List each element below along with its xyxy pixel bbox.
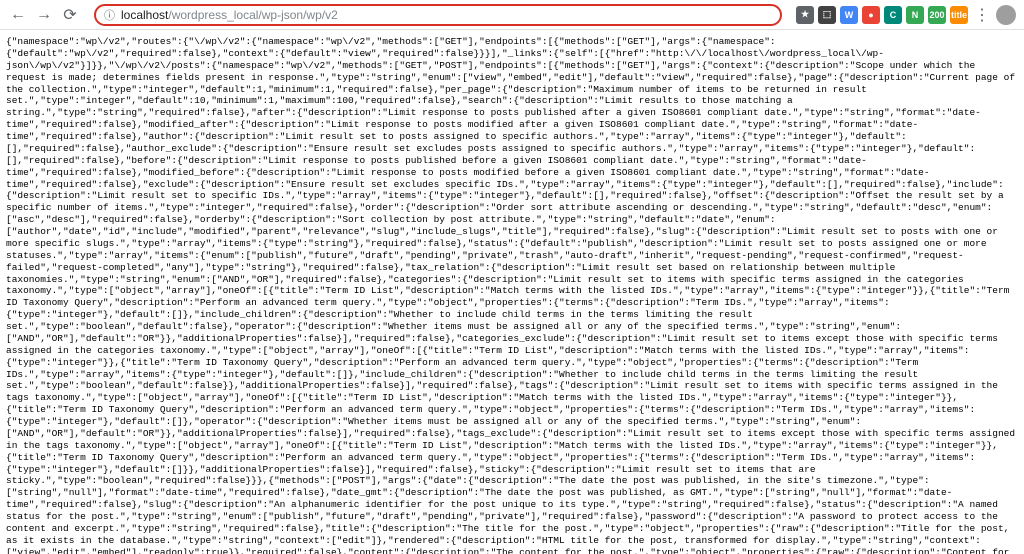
extension-icon[interactable]: title: [950, 6, 968, 24]
address-bar[interactable]: ⓘ localhost/wordpress_local/wp-json/wp/v…: [94, 4, 782, 26]
extension-icon[interactable]: W: [840, 6, 858, 24]
reload-button[interactable]: ⟳: [60, 5, 80, 25]
extension-icon[interactable]: ●: [862, 6, 880, 24]
json-response-body: {"namespace":"wp\/v2","routes":{"\/wp\/v…: [0, 30, 1024, 554]
site-info-icon[interactable]: ⓘ: [104, 7, 115, 23]
extension-badge[interactable]: 200: [928, 6, 946, 24]
back-button[interactable]: ←: [8, 5, 28, 25]
extension-icon[interactable]: ⬚: [818, 6, 836, 24]
extension-icons: ★ ⬚ W ● C N 200 title ⋮: [796, 5, 1016, 25]
forward-button[interactable]: →: [34, 5, 54, 25]
extension-icon[interactable]: N: [906, 6, 924, 24]
extension-icon[interactable]: C: [884, 6, 902, 24]
url-text: localhost/wordpress_local/wp-json/wp/v2: [121, 8, 772, 22]
profile-avatar[interactable]: [996, 5, 1016, 25]
browser-toolbar: ← → ⟳ ⓘ localhost/wordpress_local/wp-jso…: [0, 0, 1024, 30]
extensions-menu-icon[interactable]: ⋮: [972, 5, 992, 25]
extension-icon[interactable]: ★: [796, 6, 814, 24]
